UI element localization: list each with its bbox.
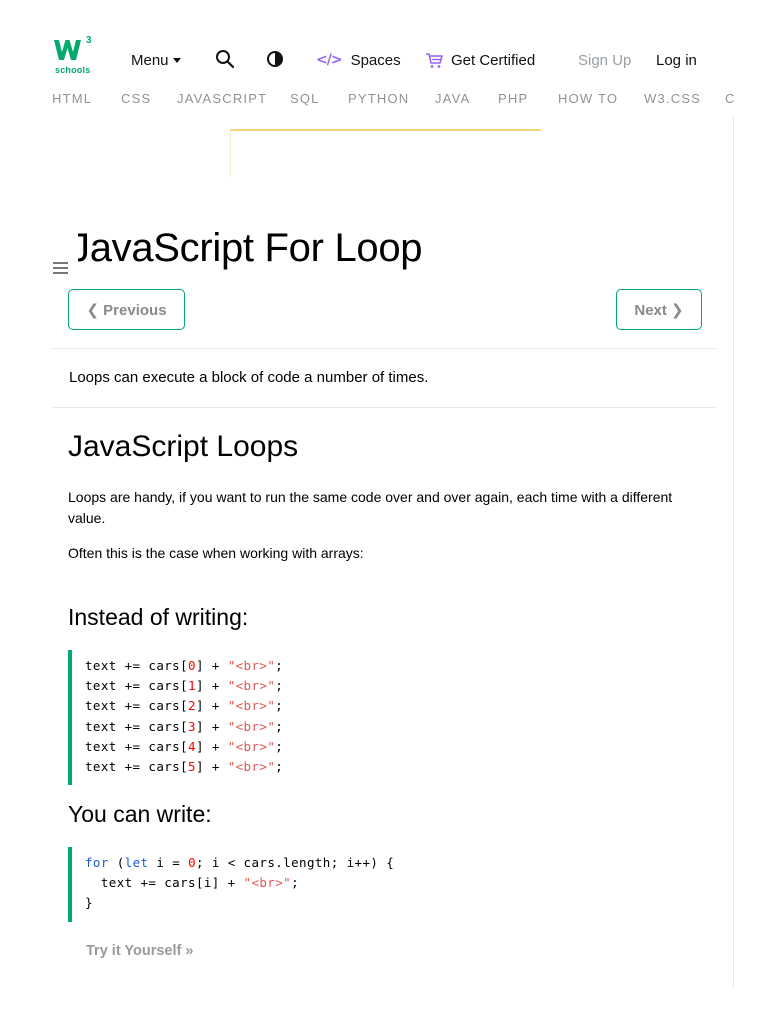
spaces-label: Spaces [350, 51, 401, 69]
section-heading: JavaScript Loops [68, 430, 299, 463]
heading-instead-of-writing: Instead of writing: [68, 604, 249, 630]
subnav-item-sql[interactable]: SQL [290, 91, 320, 106]
subnav-item-how-to[interactable]: HOW TO [558, 91, 618, 106]
next-button[interactable]: Next ❯ [616, 289, 702, 330]
search-button[interactable] [215, 49, 235, 69]
code-brackets-icon: </> [316, 52, 343, 68]
log-in-link[interactable]: Log in [656, 50, 697, 70]
menu-button[interactable]: Menu [131, 50, 181, 70]
sign-up-link[interactable]: Sign Up [578, 50, 631, 70]
ad-border-top [230, 129, 541, 131]
get-certified-label: Get Certified [451, 51, 536, 69]
divider-top [52, 348, 717, 349]
code-line: text += cars[5] + "<br>"; [85, 758, 284, 774]
previous-button[interactable]: ❮ Previous [68, 289, 185, 330]
divider-bottom [52, 407, 717, 408]
theme-toggle-button[interactable] [266, 50, 284, 68]
code-line: text += cars[3] + "<br>"; [85, 718, 284, 734]
spaces-link[interactable]: </> Spaces [316, 50, 401, 70]
top-navbar: 3 schools Menu </> Spaces Get Certified … [0, 0, 768, 82]
code-line: text += cars[i] + "<br>"; [85, 875, 300, 891]
w3schools-logo[interactable]: 3 schools [52, 35, 98, 78]
menu-label: Menu [131, 51, 169, 69]
cart-icon [426, 52, 443, 68]
subnav-item-css[interactable]: CSS [121, 91, 151, 106]
try-it-yourself-button[interactable]: Try it Yourself » [86, 943, 193, 959]
caret-down-icon [172, 57, 181, 63]
subnav-item-c[interactable]: C [725, 91, 736, 106]
w3-logo-mark-icon [54, 40, 81, 60]
search-icon [216, 50, 235, 69]
paragraph-arrays: Often this is the case when working with… [68, 545, 364, 561]
code-example-repetitive: text += cars[0] + "<br>"; text += cars[1… [68, 650, 708, 785]
code-line: text += cars[1] + "<br>"; [85, 678, 284, 694]
code-example-for-loop: for (let i = 0; i < cars.length; i++) { … [68, 847, 708, 922]
code-line: } [85, 895, 93, 911]
get-certified-link[interactable]: Get Certified [425, 50, 535, 70]
logo-wordmark: schools [55, 65, 91, 75]
subnav-item-java[interactable]: JAVA [435, 91, 470, 106]
code-line: text += cars[2] + "<br>"; [85, 698, 284, 714]
subnav-item-php[interactable]: PHP [498, 91, 528, 106]
logo-superscript: 3 [86, 35, 92, 46]
code-line: for (let i = 0; i < cars.length; i++) { [85, 855, 395, 870]
subnav-item-html[interactable]: HTML [52, 91, 92, 106]
heading-you-can-write: You can write: [68, 801, 212, 827]
main-column-border [733, 116, 734, 988]
contrast-icon [267, 51, 283, 67]
subnav-item-python[interactable]: PYTHON [348, 91, 409, 106]
sidebar-menu-icon[interactable] [53, 262, 70, 276]
paragraph-loops-handy: Loops are handy, if you want to run the … [68, 489, 673, 526]
ad-border-left [230, 131, 231, 177]
code-line: text += cars[4] + "<br>"; [85, 738, 284, 754]
subnav-item-w3css[interactable]: W3.CSS [644, 91, 701, 106]
subject-nav: HTML CSS JAVASCRIPT SQL PYTHON JAVA PHP … [0, 88, 768, 112]
page-title: JavaScript For Loop [70, 226, 423, 270]
intro-text: Loops can execute a block of code a numb… [69, 369, 429, 386]
code-line: text += cars[0] + "<br>"; [85, 658, 284, 673]
subnav-item-javascript[interactable]: JAVASCRIPT [177, 91, 267, 106]
